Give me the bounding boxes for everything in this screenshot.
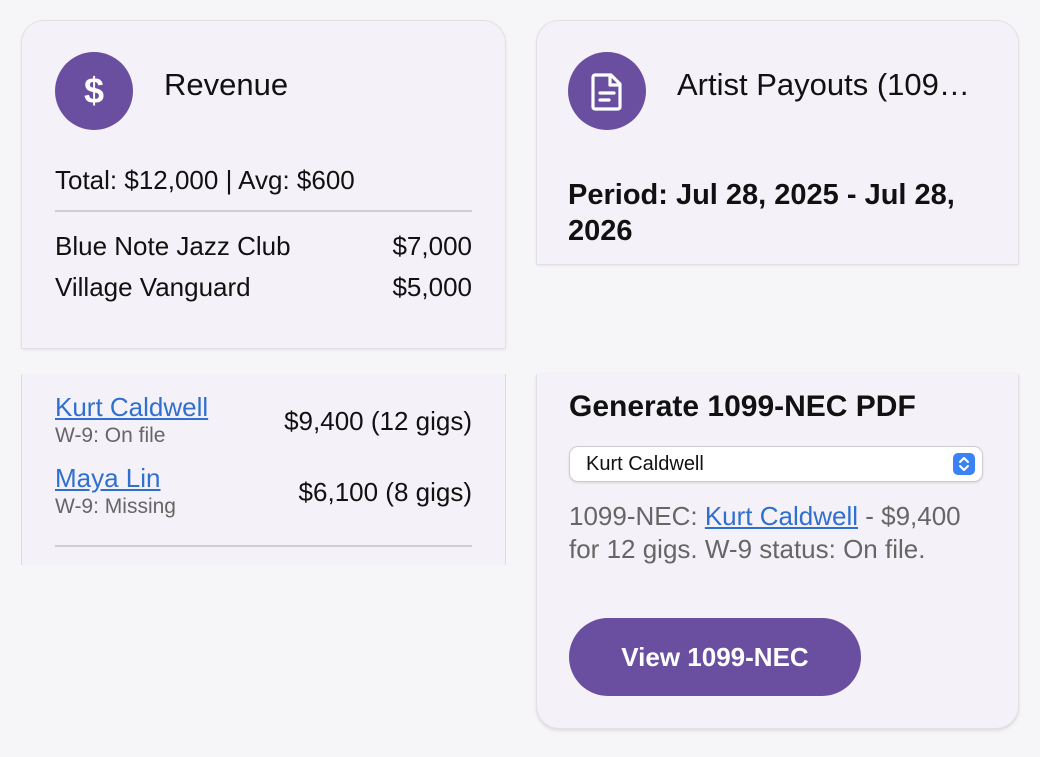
document-icon [591, 73, 622, 111]
artist-amount: $6,100 (8 gigs) [298, 477, 472, 507]
payouts-title: Artist Payouts (1099-NEC) [677, 67, 982, 102]
venue-amount: $7,000 [392, 231, 472, 261]
payouts-card: Artist Payouts (1099-NEC) Period: Jul 28… [537, 21, 1018, 264]
revenue-divider [55, 210, 472, 212]
venue-row: Village Vanguard $5,000 [55, 272, 472, 303]
venue-name: Village Vanguard [55, 272, 251, 302]
venue-name: Blue Note Jazz Club [55, 231, 291, 261]
artist-amount: $9,400 (12 gigs) [284, 406, 472, 436]
revenue-card: $ Revenue Total: $12,000 | Avg: $600 Blu… [22, 21, 505, 348]
artist-list-card: Kurt Caldwell W-9: On file $9,400 (12 gi… [22, 374, 505, 565]
revenue-icon-circle: $ [55, 52, 133, 130]
generate-card: Generate 1099-NEC PDF Kurt Caldwell 1099… [537, 374, 1018, 728]
dollar-icon: $ [84, 71, 104, 111]
chevron-updown-icon [953, 453, 975, 475]
artist-item: Maya Lin W-9: Missing $6,100 (8 gigs) [55, 463, 472, 519]
artist-select[interactable]: Kurt Caldwell [569, 446, 983, 482]
venue-amount: $5,000 [392, 272, 472, 302]
svg-text:$: $ [84, 71, 104, 111]
payouts-icon-circle [568, 52, 646, 130]
artist-name-link[interactable]: Maya Lin [55, 463, 161, 494]
artist-item: Kurt Caldwell W-9: On file $9,400 (12 gi… [55, 392, 472, 448]
generate-title: Generate 1099-NEC PDF [569, 390, 916, 423]
generate-description: 1099-NEC: Kurt Caldwell - $9,400 for 12 … [569, 500, 979, 566]
revenue-title: Revenue [164, 67, 289, 102]
artist-select-value: Kurt Caldwell [586, 452, 704, 475]
artist-list-divider [55, 545, 472, 547]
venue-row: Blue Note Jazz Club $7,000 [55, 231, 472, 262]
view-1099-button[interactable]: View 1099-NEC [569, 618, 861, 696]
desc-prefix: 1099-NEC: [569, 501, 705, 531]
artist-name-link[interactable]: Kurt Caldwell [55, 392, 208, 423]
revenue-summary: Total: $12,000 | Avg: $600 [55, 165, 355, 195]
payouts-period: Period: Jul 28, 2025 - Jul 28, 2026 [568, 179, 955, 247]
desc-artist-link[interactable]: Kurt Caldwell [705, 501, 858, 531]
